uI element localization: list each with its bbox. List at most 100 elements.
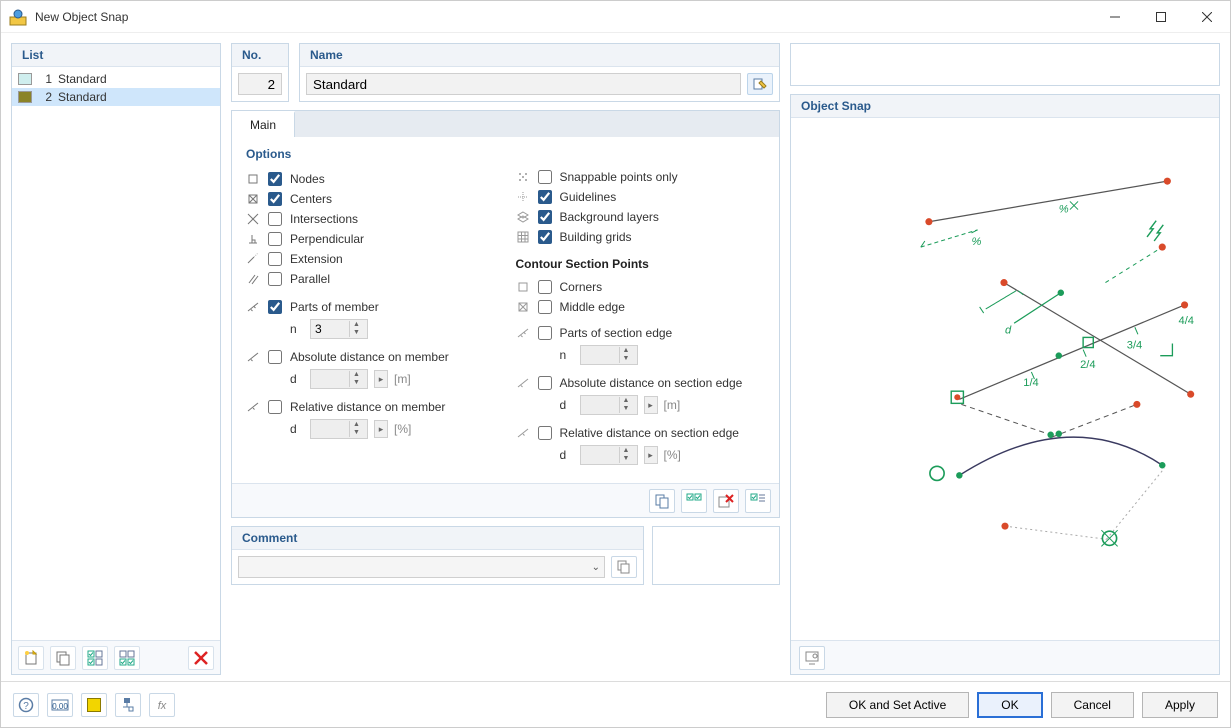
help-button[interactable]: ?: [13, 693, 39, 717]
building-grids-label: Building grids: [560, 230, 632, 244]
tab-main[interactable]: Main: [232, 111, 295, 137]
no-field[interactable]: [238, 73, 282, 95]
parts-edge-icon: [516, 326, 530, 340]
library-button[interactable]: [611, 556, 637, 578]
parallel-icon: [246, 272, 260, 286]
abs-edge-d-label: d: [560, 398, 574, 412]
contour-header: Contour Section Points: [516, 257, 766, 271]
app-icon: [9, 8, 27, 26]
abs-edge-checkbox[interactable]: [538, 376, 552, 390]
nodes-label: Nodes: [290, 172, 325, 186]
parts-edge-label: Parts of section edge: [560, 326, 673, 340]
intersections-checkbox[interactable]: [268, 212, 282, 226]
guidelines-label: Guidelines: [560, 190, 617, 204]
parts-edge-checkbox[interactable]: [538, 326, 552, 340]
preview-canvas[interactable]: % %: [797, 124, 1213, 634]
centers-label: Centers: [290, 192, 332, 206]
clear-all-button[interactable]: [713, 489, 739, 513]
abs-member-d-label: d: [290, 372, 304, 386]
apply-button[interactable]: Apply: [1142, 692, 1218, 718]
ok-button[interactable]: OK: [977, 692, 1042, 718]
abs-member-d-spinner: ▲▼: [310, 369, 368, 389]
perpendicular-checkbox[interactable]: [268, 232, 282, 246]
bg-layers-checkbox[interactable]: [538, 210, 552, 224]
parts-member-checkbox[interactable]: [268, 300, 282, 314]
list-header: List: [12, 44, 220, 67]
edit-name-button[interactable]: [747, 73, 773, 95]
guidelines-checkbox[interactable]: [538, 190, 552, 204]
parts-member-n-input[interactable]: [311, 320, 349, 338]
snappable-checkbox[interactable]: [538, 170, 552, 184]
middle-edge-checkbox[interactable]: [538, 300, 552, 314]
abs-member-checkbox[interactable]: [268, 350, 282, 364]
nodes-icon: [246, 172, 260, 186]
fx-button[interactable]: fx: [149, 693, 175, 717]
abs-edge-icon: [516, 376, 530, 390]
aux-panel: [652, 526, 780, 585]
centers-icon: [246, 192, 260, 206]
name-panel: Name: [299, 43, 780, 102]
rel-edge-checkbox[interactable]: [538, 426, 552, 440]
close-button[interactable]: [1184, 1, 1230, 33]
abs-member-unit: [m]: [394, 372, 411, 386]
bg-layers-label: Background layers: [560, 210, 659, 224]
building-grids-checkbox[interactable]: [538, 230, 552, 244]
abs-member-icon: [246, 350, 260, 364]
maximize-button[interactable]: [1138, 1, 1184, 33]
parts-member-label: Parts of member: [290, 300, 379, 314]
list-item[interactable]: 2 Standard: [12, 88, 220, 106]
svg-text:%: %: [1059, 204, 1069, 216]
nodes-checkbox[interactable]: [268, 172, 282, 186]
tree-button[interactable]: [115, 693, 141, 717]
parts-member-n-spinner[interactable]: ▲▼: [310, 319, 368, 339]
check-all-button[interactable]: [82, 646, 108, 670]
units-button[interactable]: 0,00: [47, 693, 73, 717]
abs-edge-d-spinner: ▲▼: [580, 395, 638, 415]
copy-button[interactable]: [50, 646, 76, 670]
minimize-button[interactable]: [1092, 1, 1138, 33]
default-button[interactable]: [745, 489, 771, 513]
rel-edge-step-button[interactable]: ▸: [644, 446, 658, 464]
parts-member-n-label: n: [290, 322, 304, 336]
middle-edge-icon: [516, 300, 530, 314]
ok-set-active-button[interactable]: OK and Set Active: [826, 692, 969, 718]
parallel-checkbox[interactable]: [268, 272, 282, 286]
name-field[interactable]: [306, 73, 741, 95]
rel-member-step-button[interactable]: ▸: [374, 420, 388, 438]
abs-edge-unit: [m]: [664, 398, 681, 412]
centers-checkbox[interactable]: [268, 192, 282, 206]
extension-checkbox[interactable]: [268, 252, 282, 266]
corners-checkbox[interactable]: [538, 280, 552, 294]
list-item[interactable]: 1 Standard: [12, 70, 220, 88]
copy-options-button[interactable]: [649, 489, 675, 513]
middle-edge-label: Middle edge: [560, 300, 625, 314]
window-buttons: [1092, 1, 1230, 33]
rel-member-checkbox[interactable]: [268, 400, 282, 414]
rel-edge-label: Relative distance on section edge: [560, 426, 739, 440]
bg-layers-icon: [516, 210, 530, 224]
delete-button[interactable]: [188, 646, 214, 670]
perpendicular-label: Perpendicular: [290, 232, 364, 246]
intersections-icon: [246, 212, 260, 226]
abs-member-step-button[interactable]: ▸: [374, 370, 388, 388]
uncheck-all-button[interactable]: [114, 646, 140, 670]
list-panel: List 1 Standard 2 Standard: [11, 43, 221, 675]
new-button[interactable]: [18, 646, 44, 670]
rel-member-d-spinner: ▲▼: [310, 419, 368, 439]
rel-edge-d-label: d: [560, 448, 574, 462]
window-title: New Object Snap: [35, 10, 1092, 24]
color-button[interactable]: [81, 693, 107, 717]
snappable-label: Snappable points only: [560, 170, 678, 184]
comment-combo[interactable]: ⌄: [238, 556, 605, 578]
list-body[interactable]: 1 Standard 2 Standard: [12, 67, 220, 640]
name-header: Name: [300, 44, 779, 67]
preview-tool-button[interactable]: [799, 646, 825, 670]
tabbar: Main: [231, 110, 780, 137]
svg-text:0,00: 0,00: [52, 702, 68, 711]
cancel-button[interactable]: Cancel: [1051, 692, 1134, 718]
abs-edge-step-button[interactable]: ▸: [644, 396, 658, 414]
corners-label: Corners: [560, 280, 603, 294]
select-all-button[interactable]: [681, 489, 707, 513]
svg-text:4/4: 4/4: [1179, 315, 1195, 327]
corners-icon: [516, 280, 530, 294]
